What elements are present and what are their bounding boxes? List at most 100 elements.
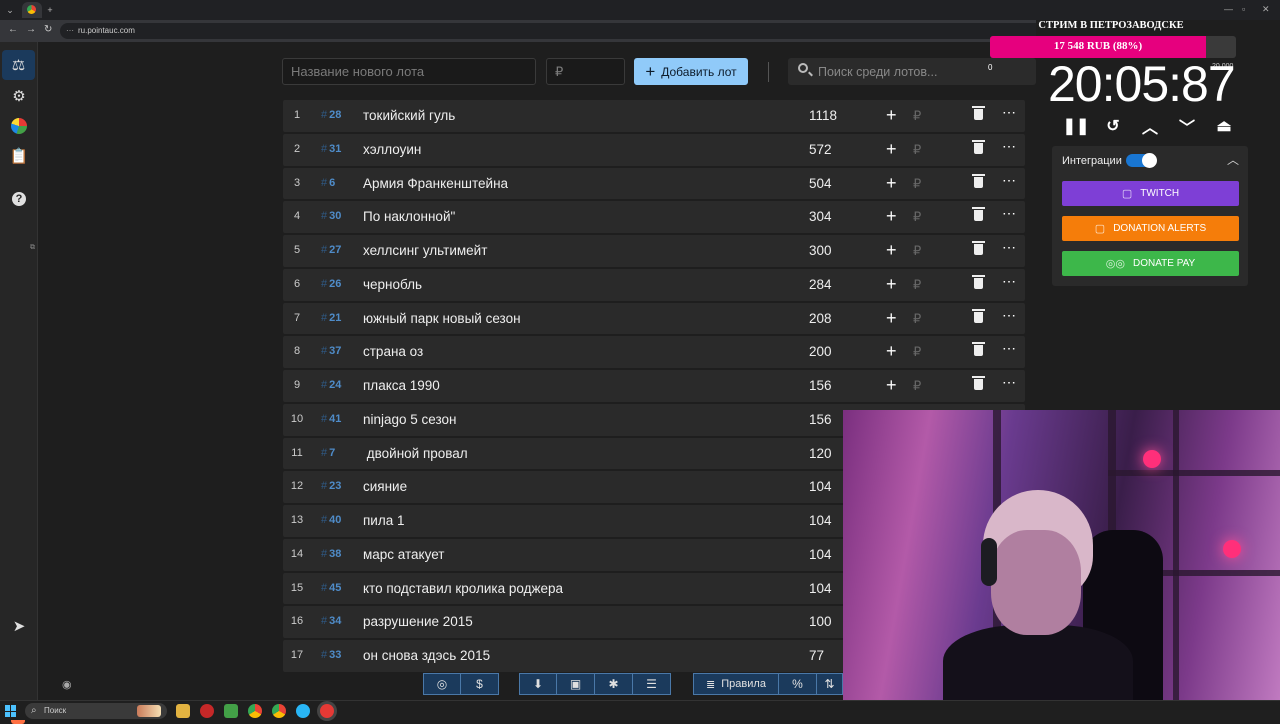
windows-start-icon[interactable]	[5, 705, 17, 717]
ruble-icon[interactable]: ₽	[913, 311, 921, 327]
add-amount-icon[interactable]: +	[886, 341, 897, 362]
more-icon[interactable]: ⋯	[1002, 340, 1016, 357]
lot-row[interactable]: 5 #27 хеллсинг ультимейт 300 + ₽ ⋯	[283, 235, 1025, 267]
lot-name[interactable]: он снова здэсь 2015	[363, 648, 490, 663]
trash-icon[interactable]	[972, 241, 985, 255]
percent-button[interactable]: %	[779, 673, 817, 695]
rules-button[interactable]: ≣ Правила	[693, 673, 779, 695]
eye-icon[interactable]: ◉	[62, 678, 72, 691]
close-window-icon[interactable]: ✕	[1262, 4, 1270, 15]
download-button[interactable]: ⬇	[519, 673, 557, 695]
ruble-icon[interactable]: ₽	[913, 344, 921, 360]
add-amount-icon[interactable]: +	[886, 139, 897, 160]
bug-report-button[interactable]: ✱	[595, 673, 633, 695]
lot-name[interactable]: чернобль	[363, 277, 422, 292]
lot-name[interactable]: ninjago 5 сезон	[363, 412, 457, 427]
ruble-icon[interactable]: ₽	[913, 277, 921, 293]
add-amount-icon[interactable]: +	[886, 274, 897, 295]
back-icon[interactable]: ←	[8, 24, 18, 35]
ruble-icon[interactable]: ₽	[913, 176, 921, 192]
add-time-button[interactable]: ︿	[1140, 116, 1160, 137]
taskbar-search[interactable]: Поиск	[25, 703, 167, 719]
more-icon[interactable]: ⋯	[1002, 205, 1016, 222]
lot-row[interactable]: 6 #26 чернобль 284 + ₽ ⋯	[283, 268, 1025, 301]
ruble-icon[interactable]: ₽	[913, 243, 921, 259]
more-icon[interactable]: ⋯	[1002, 273, 1016, 290]
trash-icon[interactable]	[972, 274, 985, 289]
lot-amount-input[interactable]	[546, 58, 625, 85]
add-amount-icon[interactable]: +	[886, 240, 897, 261]
sidebar-item-auction[interactable]: ⚖	[2, 50, 35, 80]
trash-icon[interactable]	[972, 376, 985, 390]
pause-button[interactable]: ❚❚	[1063, 116, 1090, 136]
lot-row[interactable]: 7 #21 южный парк новый сезон 208 + ₽ ⋯	[283, 302, 1025, 335]
lot-name[interactable]: страна оз	[363, 344, 423, 359]
more-icon[interactable]: ⋯	[1002, 239, 1016, 256]
more-icon[interactable]: ⋯	[1002, 104, 1016, 121]
lot-row[interactable]: 4 #30 По наклонной" 304 + ₽ ⋯	[283, 201, 1025, 233]
sidebar-item-telegram[interactable]: ➤	[9, 616, 29, 636]
clear-lots-button[interactable]: ☰	[633, 673, 671, 695]
reset-timer-button[interactable]: ↺	[1103, 116, 1123, 136]
ruble-icon[interactable]: ₽	[913, 378, 921, 394]
lot-name[interactable]: токийский гуль	[363, 108, 455, 123]
ruble-icon[interactable]: ₽	[913, 108, 921, 124]
lot-row[interactable]: 8 #37 страна оз 200 + ₽ ⋯	[283, 336, 1025, 368]
file-explorer-icon[interactable]	[176, 704, 190, 718]
lot-name[interactable]: сияние	[363, 479, 407, 494]
add-amount-icon[interactable]: +	[886, 308, 897, 329]
donate-button[interactable]: $	[461, 673, 499, 695]
lot-name[interactable]: двойной провал	[363, 446, 468, 461]
tab-menu-icon[interactable]: ⌄	[4, 4, 16, 16]
more-icon[interactable]: ⋯	[1002, 307, 1016, 324]
trash-icon[interactable]	[972, 207, 985, 222]
ruble-icon[interactable]: ₽	[913, 142, 921, 158]
lot-name-input[interactable]	[282, 58, 536, 85]
trash-icon[interactable]	[972, 173, 985, 188]
trash-icon[interactable]	[972, 106, 985, 120]
lot-name[interactable]: хэллоуин	[363, 142, 421, 157]
sidebar-item-help[interactable]: ?	[9, 189, 29, 209]
github-button[interactable]: ◎	[423, 673, 461, 695]
lot-name[interactable]: хеллсинг ультимейт	[363, 243, 487, 258]
lot-row[interactable]: 3 #6 Армия Франкенштейна 504 + ₽ ⋯	[283, 167, 1025, 200]
obs-icon[interactable]	[320, 704, 334, 718]
subtract-time-button[interactable]: ﹀	[1177, 116, 1197, 137]
save-button[interactable]: ▣	[557, 673, 595, 695]
more-icon[interactable]: ⋯	[1002, 172, 1016, 189]
twitch-button[interactable]: ▢ TWITCH	[1062, 181, 1239, 206]
new-tab-icon[interactable]: +	[44, 4, 56, 16]
sort-button[interactable]: ⇅	[817, 673, 843, 695]
lot-row[interactable]: 2 #31 хэллоуин 572 + ₽ ⋯	[283, 133, 1025, 166]
lot-name[interactable]: Армия Франкенштейна	[363, 176, 508, 191]
sidebar-item-settings[interactable]: ⚙	[9, 86, 29, 106]
minecraft-icon[interactable]	[224, 704, 238, 718]
maximize-icon[interactable]: ▫	[1242, 4, 1245, 14]
lot-name[interactable]: пила 1	[363, 513, 405, 528]
add-lot-button[interactable]: + Добавить лот	[634, 58, 748, 85]
browser-tab[interactable]	[22, 2, 42, 18]
trash-icon[interactable]	[972, 139, 985, 154]
lot-row[interactable]: 1 #28 токийский гуль 1118 + ₽ ⋯	[283, 100, 1025, 132]
integrations-toggle[interactable]	[1126, 153, 1157, 168]
add-amount-icon[interactable]: +	[886, 375, 897, 396]
donation-alerts-button[interactable]: ▢ DONATION ALERTS	[1062, 216, 1239, 241]
add-amount-icon[interactable]: +	[886, 206, 897, 227]
trash-icon[interactable]	[972, 308, 985, 323]
add-amount-icon[interactable]: +	[886, 105, 897, 126]
lot-name[interactable]: марс атакует	[363, 547, 444, 562]
chrome-icon[interactable]	[272, 704, 286, 718]
double-time-button[interactable]: ⏏	[1214, 116, 1234, 136]
chevron-up-icon[interactable]: ︿	[1227, 151, 1239, 168]
sidebar-item-history[interactable]: 📋	[9, 146, 29, 166]
more-icon[interactable]: ⋯	[1002, 374, 1016, 391]
lot-name[interactable]: плакса 1990	[363, 378, 440, 393]
minimize-icon[interactable]: —	[1224, 4, 1233, 14]
ruble-icon[interactable]: ₽	[913, 209, 921, 225]
sidebar-item-wheel[interactable]	[9, 116, 29, 136]
telegram-icon[interactable]	[296, 704, 310, 718]
add-amount-icon[interactable]: +	[886, 173, 897, 194]
reload-icon[interactable]: ↻	[44, 24, 52, 35]
lot-name[interactable]: По наклонной"	[363, 209, 455, 224]
lot-name[interactable]: южный парк новый сезон	[363, 311, 521, 326]
